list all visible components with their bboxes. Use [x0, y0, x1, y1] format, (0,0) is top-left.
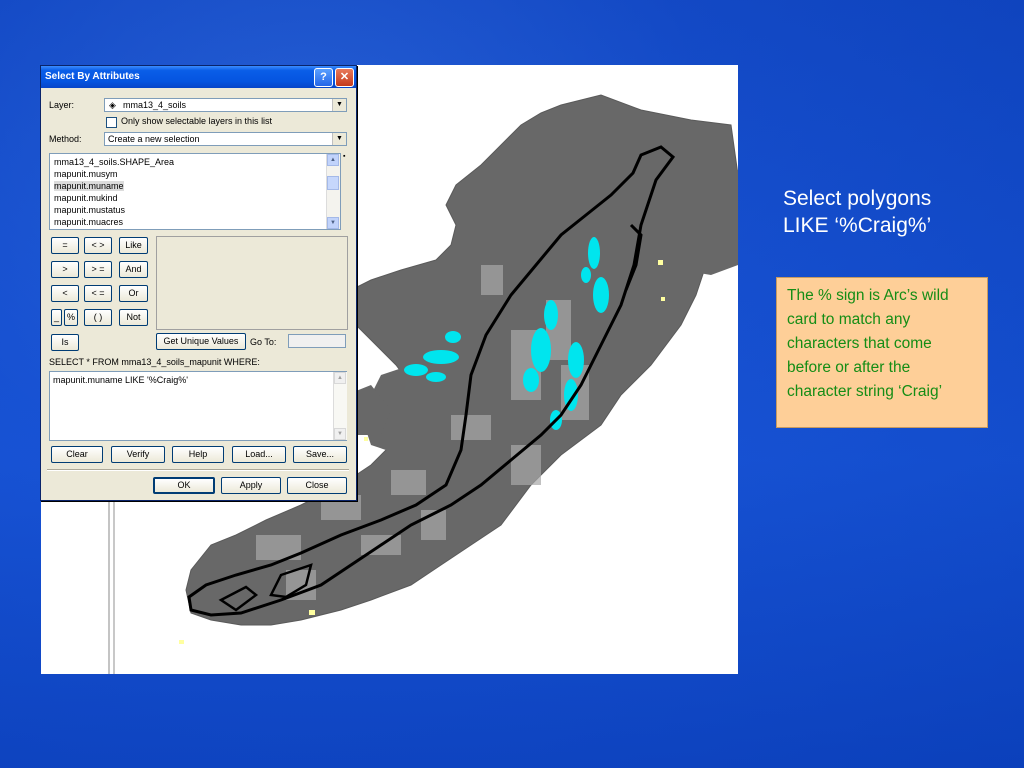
layer-label: Layer: — [49, 100, 75, 110]
method-label: Method: — [49, 134, 82, 144]
not-button[interactable]: Not — [119, 309, 148, 326]
greater-equal-button[interactable]: > = — [84, 261, 112, 278]
and-button[interactable]: And — [119, 261, 148, 278]
scroll-up-icon[interactable]: ▲ — [334, 372, 346, 384]
list-item[interactable]: mapunit.mukind — [54, 193, 118, 203]
list-item[interactable]: mma13_4_soils.SHAPE_Area — [54, 157, 174, 167]
go-to-label: Go To: — [250, 337, 277, 347]
greater-than-button[interactable]: > — [51, 261, 79, 278]
chevron-down-icon[interactable]: ▼ — [332, 99, 346, 111]
unique-values-list[interactable] — [156, 236, 348, 330]
select-by-attributes-dialog: Select By Attributes ? ✕ Layer: ◈ mma13_… — [40, 65, 357, 501]
method-dropdown[interactable]: Create a new selection ▼ — [104, 132, 347, 146]
fields-list[interactable]: mma13_4_soils.SHAPE_Area mapunit.musym m… — [49, 153, 341, 230]
load-button[interactable]: Load... — [232, 446, 286, 463]
slide-heading-line-2: LIKE ‘%Craig%’ — [783, 214, 932, 237]
parentheses-button[interactable]: ( ) — [84, 309, 112, 326]
help-button[interactable]: Help — [172, 446, 224, 463]
only-selectable-label: Only show selectable layers in this list — [121, 116, 273, 126]
scroll-down-icon[interactable]: ▼ — [327, 217, 339, 229]
only-selectable-checkbox[interactable] — [106, 117, 117, 128]
close-button[interactable]: Close — [287, 477, 347, 494]
list-item[interactable]: mapunit.muacres — [54, 217, 123, 227]
layer-dropdown[interactable]: ◈ mma13_4_soils ▼ — [104, 98, 347, 112]
apply-button[interactable]: Apply — [221, 477, 281, 494]
dialog-title: Select By Attributes — [45, 71, 140, 82]
list-item-selected[interactable]: mapunit.muname — [54, 181, 124, 191]
ok-button[interactable]: OK — [153, 477, 215, 494]
list-item[interactable]: mapunit.mustatus — [54, 205, 125, 215]
method-dropdown-value: Create a new selection — [108, 134, 200, 144]
is-button[interactable]: Is — [51, 334, 79, 351]
dialog-separator — [47, 469, 349, 471]
or-button[interactable]: Or — [119, 285, 148, 302]
slide-heading-line-1: Select polygons — [783, 187, 932, 210]
verify-button[interactable]: Verify — [111, 446, 165, 463]
underscore-button[interactable]: _ — [51, 309, 62, 326]
list-item[interactable]: mapunit.musym — [54, 169, 118, 179]
layer-dropdown-value: mma13_4_soils — [123, 100, 187, 110]
help-icon[interactable]: ? — [314, 68, 333, 87]
list-resize-icon[interactable]: ▪ — [343, 153, 345, 160]
wildcard-note-box: The % sign is Arc’s wild card to match a… — [776, 277, 988, 428]
close-icon[interactable]: ✕ — [335, 68, 354, 87]
less-than-button[interactable]: < — [51, 285, 79, 302]
scroll-thumb[interactable] — [327, 176, 339, 190]
query-text: mapunit.muname LIKE '%Craig%' — [53, 375, 188, 385]
get-unique-values-button[interactable]: Get Unique Values — [156, 333, 246, 350]
layer-icon: ◈ — [109, 100, 116, 110]
scroll-down-icon[interactable]: ▼ — [334, 428, 346, 440]
wildcard-note-text: The % sign is Arc’s wild card to match a… — [787, 287, 949, 400]
not-equal-button[interactable]: < > — [84, 237, 112, 254]
query-textbox[interactable]: mapunit.muname LIKE '%Craig%' ▲ ▼ — [49, 371, 347, 441]
fields-scrollbar[interactable]: ▲ ▼ — [326, 154, 340, 229]
clear-button[interactable]: Clear — [51, 446, 103, 463]
query-scrollbar[interactable]: ▲ ▼ — [333, 372, 347, 440]
go-to-input[interactable] — [288, 334, 346, 348]
scroll-up-icon[interactable]: ▲ — [327, 154, 339, 166]
dialog-titlebar[interactable]: Select By Attributes ? ✕ — [41, 66, 356, 88]
query-prefix-label: SELECT * FROM mma13_4_soils_mapunit WHER… — [49, 357, 260, 367]
chevron-down-icon[interactable]: ▼ — [332, 133, 346, 145]
like-button[interactable]: Like — [119, 237, 148, 254]
save-button[interactable]: Save... — [293, 446, 347, 463]
percent-button[interactable]: % — [64, 309, 78, 326]
less-equal-button[interactable]: < = — [84, 285, 112, 302]
slide-heading: Select polygons LIKE ‘%Craig%’ — [783, 185, 1003, 239]
equals-button[interactable]: = — [51, 237, 79, 254]
